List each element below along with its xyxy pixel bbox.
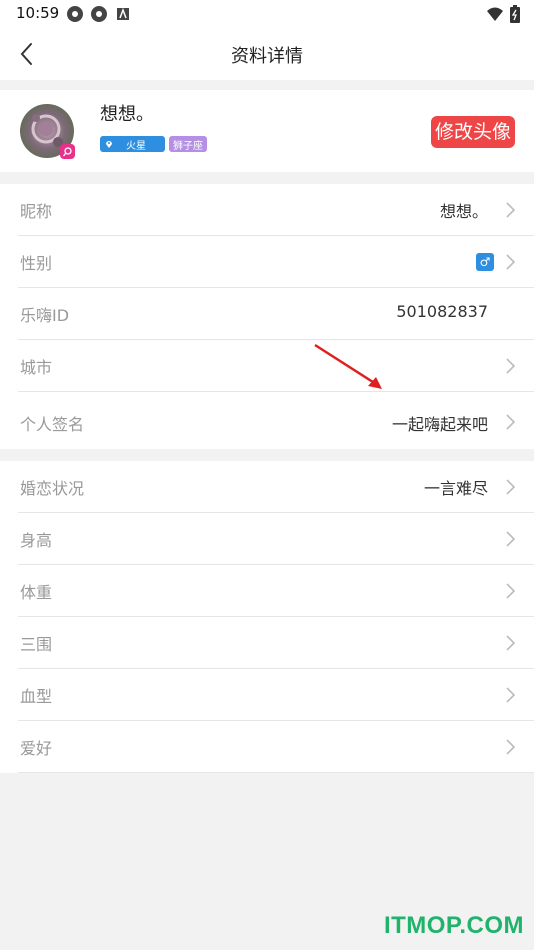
gender-row[interactable]: 性别 ♂ [18, 236, 534, 288]
row-label: 爱好 [20, 739, 53, 758]
male-gender-icon: ♂ [476, 253, 494, 271]
marital-status-row[interactable]: 婚恋状况 一言难尽 [18, 461, 534, 513]
chevron-right-icon [506, 583, 516, 599]
location-pin-icon [106, 141, 112, 148]
page-title: 资料详情 [231, 46, 303, 67]
status-time: 10:59 [16, 4, 60, 22]
chevron-right-icon [506, 687, 516, 703]
avatar-badge [60, 144, 75, 159]
hobbies-row[interactable]: 爱好 [18, 721, 534, 773]
profile-card: 想想。 火星 狮子座 修改头像 [0, 90, 534, 172]
row-value: 一起嗨起来吧 [391, 415, 488, 434]
location-tag-text: 火星 [126, 140, 146, 152]
row-value: 一言难尽 [423, 479, 488, 498]
row-label: 体重 [20, 583, 53, 602]
zodiac-tag: 狮子座 [169, 136, 207, 152]
nickname-row[interactable]: 昵称 想想。 [18, 184, 534, 236]
row-label: 性别 [20, 254, 53, 273]
row-label: 昵称 [20, 202, 53, 221]
basic-info-list: 昵称 想想。 性别 ♂ 乐嗨ID 501082837 城市 个人签名 一起嗨起来… [0, 184, 534, 449]
row-label: 血型 [20, 687, 53, 706]
chevron-right-icon [506, 202, 516, 218]
chevron-right-icon [506, 531, 516, 547]
change-avatar-button[interactable]: 修改头像 [430, 116, 515, 148]
notification-icons [66, 5, 132, 23]
app-notification-icon [90, 5, 108, 23]
watermark: ITMOP.COM [383, 912, 524, 939]
row-label: 三围 [20, 635, 53, 654]
row-value: 想想。 [439, 202, 488, 221]
row-label: 身高 [20, 531, 53, 550]
system-icons [486, 5, 520, 27]
measurements-row[interactable]: 三围 [18, 617, 534, 669]
header: 资料详情 [0, 28, 534, 80]
height-row[interactable]: 身高 [18, 513, 534, 565]
chevron-right-icon [506, 254, 516, 270]
row-value: 501082837 [396, 302, 488, 321]
weight-row[interactable]: 体重 [18, 565, 534, 617]
location-tag: 火星 [100, 136, 165, 152]
user-id-row: 乐嗨ID 501082837 [18, 288, 534, 340]
row-label: 婚恋状况 [20, 479, 85, 498]
app-notification-icon [66, 5, 84, 23]
chevron-right-icon [506, 739, 516, 755]
blood-type-row[interactable]: 血型 [18, 669, 534, 721]
wifi-icon [486, 6, 504, 26]
chevron-right-icon [506, 414, 516, 430]
signature-row[interactable]: 个人签名 一起嗨起来吧 [18, 392, 534, 449]
status-bar: 10:59 [0, 0, 534, 28]
annotation-arrow-icon [314, 343, 382, 389]
row-label: 个人签名 [20, 415, 85, 434]
row-label: 城市 [20, 358, 53, 377]
extra-info-list: 婚恋状况 一言难尽 身高 体重 三围 血型 爱好 [0, 461, 534, 773]
chevron-right-icon [506, 358, 516, 374]
profile-name: 想想。 [100, 104, 154, 125]
profile-tags: 火星 狮子座 [100, 136, 207, 152]
app-notification-icon [114, 5, 132, 23]
city-row[interactable]: 城市 [18, 340, 534, 392]
chevron-right-icon [506, 479, 516, 495]
row-label: 乐嗨ID [20, 306, 70, 325]
chevron-right-icon [506, 635, 516, 651]
battery-icon [510, 5, 520, 27]
